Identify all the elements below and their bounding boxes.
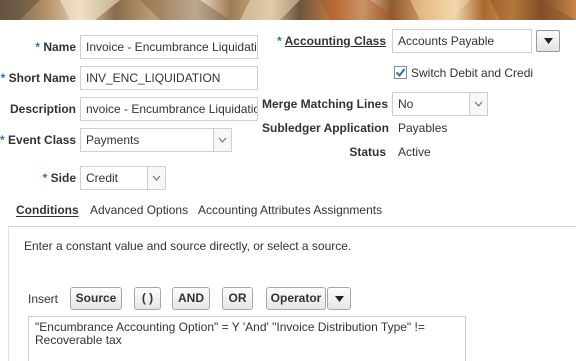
tab-accounting-attributes-assignments[interactable]: Accounting Attributes Assignments [198, 203, 382, 217]
chevron-down-icon[interactable] [213, 129, 231, 151]
checkmark-icon [395, 68, 406, 78]
description-label: Description [9, 102, 76, 116]
conditions-instruction: Enter a constant value and source direct… [24, 239, 352, 253]
merge-matching-lines-select[interactable]: No [392, 92, 488, 116]
required-marker: * [42, 171, 48, 185]
required-marker: * [0, 71, 6, 85]
accounting-class-label: * Accounting Class [277, 34, 386, 48]
header-banner-image [0, 0, 576, 20]
switch-debit-credit-label: Switch Debit and Credi [411, 66, 534, 80]
banner-pattern [0, 0, 576, 20]
or-button[interactable]: OR [222, 287, 253, 310]
tab-conditions[interactable]: Conditions [16, 203, 79, 217]
operator-menu-button[interactable] [327, 287, 351, 310]
description-input[interactable]: nvoice - Encumbrance Liquidation [80, 97, 258, 121]
side-select[interactable]: Credit [80, 166, 166, 190]
accounting-class-input[interactable]: Accounts Payable [392, 29, 532, 53]
required-marker: * [35, 40, 40, 54]
status-label: Status [349, 145, 386, 159]
triangle-down-icon [334, 296, 344, 302]
source-button[interactable]: Source [70, 287, 122, 310]
and-button[interactable]: AND [172, 287, 210, 310]
switch-debit-credit-checkbox[interactable] [394, 66, 407, 79]
chevron-down-icon[interactable] [469, 93, 487, 115]
subledger-application-value: Payables [398, 121, 448, 135]
status-value: Active [398, 145, 431, 159]
expression-line: Recoverable tax [35, 333, 122, 347]
condition-expression-textarea[interactable]: "Encumbrance Accounting Option" = Y 'And… [28, 316, 466, 361]
required-marker: * [277, 34, 282, 48]
tab-advanced-options[interactable]: Advanced Options [90, 203, 188, 217]
banner-divider [0, 20, 576, 24]
name-label: * Name [35, 40, 76, 54]
parentheses-button[interactable]: ( ) [134, 287, 161, 310]
insert-label: Insert [28, 292, 59, 306]
event-class-label: * Event Class [0, 133, 77, 147]
operator-button[interactable]: Operator [266, 287, 326, 310]
chevron-down-icon[interactable] [147, 167, 165, 189]
merge-matching-lines-label: Merge Matching Lines [262, 97, 389, 111]
accounting-class-dropdown-button[interactable] [536, 30, 560, 52]
short-name-label: * Short Name [0, 71, 76, 85]
subledger-application-label: Subledger Application [262, 121, 389, 135]
short-name-input[interactable]: INV_ENC_LIQUIDATION [80, 66, 258, 90]
required-marker: * [0, 133, 5, 147]
triangle-down-icon [543, 38, 553, 44]
name-input[interactable]: Invoice - Encumbrance Liquidatio [80, 35, 258, 59]
side-label: * Side [42, 171, 76, 185]
event-class-select[interactable]: Payments [80, 128, 232, 152]
